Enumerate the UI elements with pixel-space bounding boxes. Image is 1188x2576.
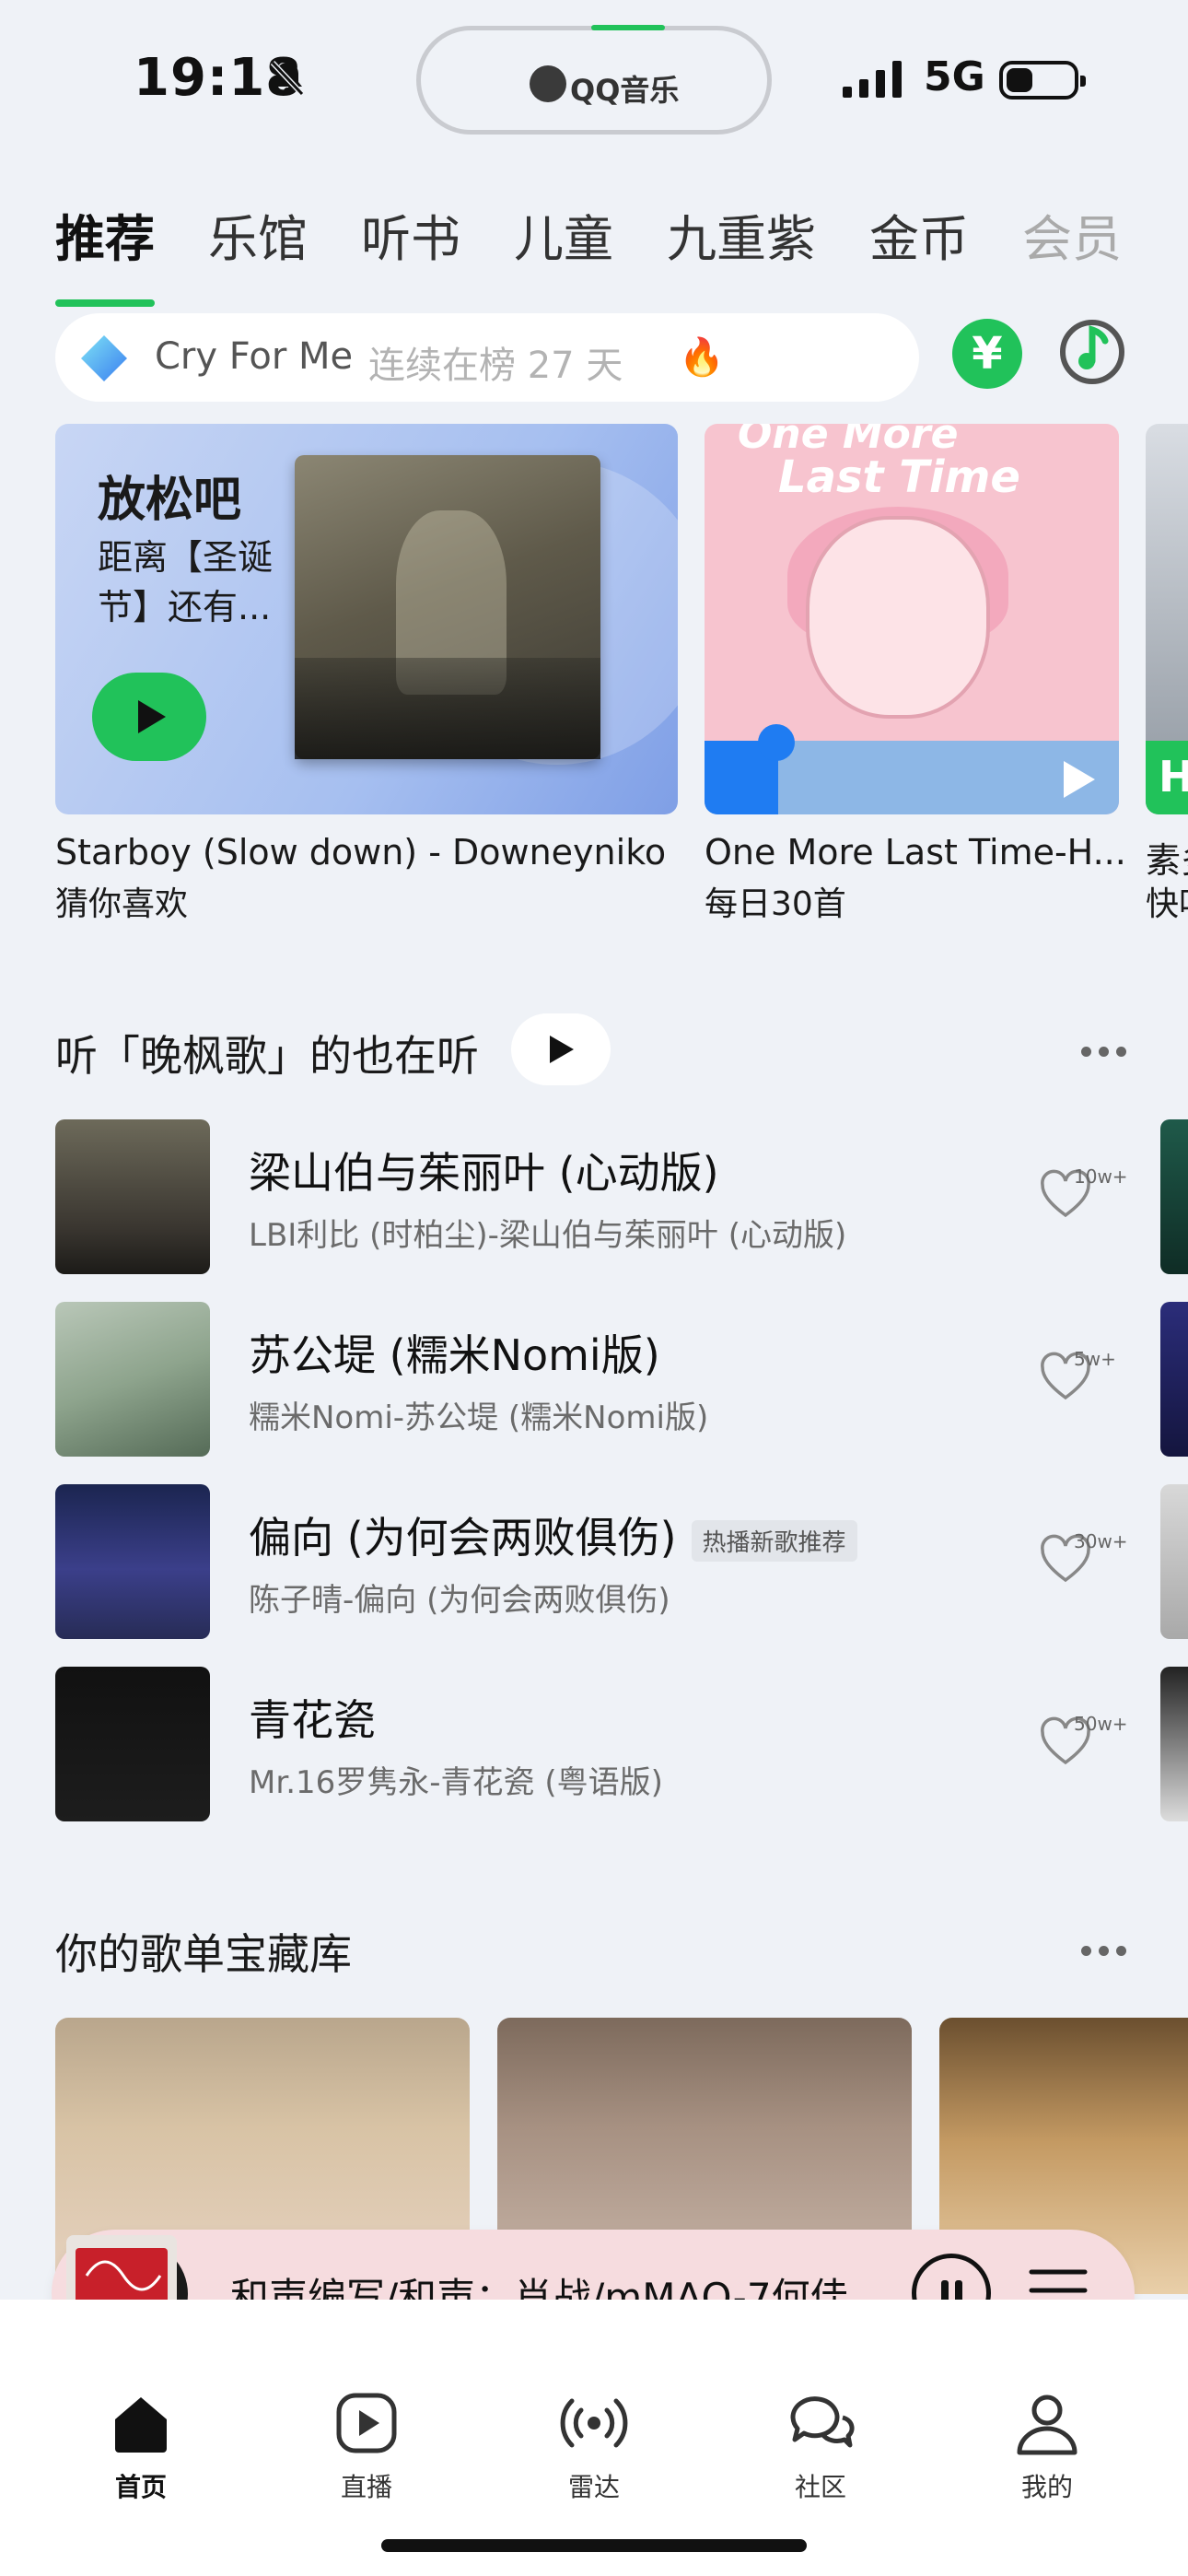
banner-play-icon[interactable] <box>1064 761 1095 798</box>
song-cover <box>55 1667 210 1821</box>
banner-dot <box>758 724 795 761</box>
island-brand: QQ音乐 <box>570 73 680 108</box>
song-title: 偏向 (为何会两败俱伤) 热播新歌推荐 <box>249 1505 857 1565</box>
song-row[interactable]: 梁山伯与茱丽叶 (心动版) LBI利比 (时柏尘)-梁山伯与茱丽叶 (心动版) … <box>55 1119 1133 1274</box>
song-row[interactable]: 青花瓷 Mr.16罗隽永-青花瓷 (粤语版) 50w+ <box>55 1667 1133 1821</box>
banner-play-button[interactable] <box>92 673 206 761</box>
song-cover <box>55 1302 210 1457</box>
tab-coins[interactable]: 金币 <box>869 198 969 281</box>
banner-subcaption-3: 快听 <box>1146 885 1188 923</box>
next-column-cover[interactable] <box>1160 1484 1188 1639</box>
song-artist: Mr.16罗隽永-青花瓷 (粤语版) <box>249 1764 663 1801</box>
like-count: 50w+ <box>1074 1713 1128 1735</box>
dynamic-island[interactable]: QQ音乐 <box>416 25 772 135</box>
song-cover <box>55 1484 210 1639</box>
banner-subcaption-1: 猜你喜欢 <box>55 885 189 923</box>
search-chart-hint: 连续在榜 27 天 <box>368 345 623 387</box>
banner-third[interactable]: H <box>1146 424 1188 814</box>
search-bar[interactable]: Cry For Me 连续在榜 27 天 🔥 <box>55 313 919 402</box>
more-icon[interactable] <box>1081 1942 1136 1956</box>
tab-vip[interactable]: 会员 <box>1022 198 1122 281</box>
nav-radar-label: 雷达 <box>567 2472 620 2502</box>
art-text-line2: Last Time <box>778 451 1020 503</box>
song-artist: 陈子晴-偏向 (为何会两败俱伤) <box>249 1582 670 1619</box>
home-icon <box>115 2397 167 2453</box>
next-column-cover[interactable] <box>1160 1667 1188 1821</box>
like-count: 30w+ <box>1074 1530 1128 1552</box>
island-progress-bar <box>591 25 665 30</box>
tab-music-hall[interactable]: 乐馆 <box>208 198 308 281</box>
like-count: 10w+ <box>1074 1165 1128 1188</box>
search-logo-icon <box>81 335 127 381</box>
network-type: 5G <box>924 53 985 100</box>
banner-subcaption-2: 每日30首 <box>705 885 846 923</box>
next-column-cover[interactable] <box>1160 1119 1188 1274</box>
music-recognition-icon[interactable] <box>1055 313 1129 387</box>
hot-new-song-tag: 热播新歌推荐 <box>691 1520 857 1562</box>
tab-recommend[interactable]: 推荐 <box>55 198 155 307</box>
section-play-all-button[interactable] <box>511 1013 611 1085</box>
nav-community[interactable]: 社区 <box>751 2388 890 2504</box>
art-girl <box>806 516 990 719</box>
nav-mine-label: 我的 <box>1020 2472 1073 2502</box>
song-row[interactable]: 苏公堤 (糯米Nomi版) 糯米Nomi-苏公堤 (糯米Nomi版) 5w+ <box>55 1302 1133 1457</box>
banner-daily30[interactable]: One More Last Time <box>705 424 1119 814</box>
flame-icon: 🔥 <box>679 336 725 379</box>
nav-live-label: 直播 <box>340 2472 392 2502</box>
nav-radar[interactable]: 雷达 <box>525 2388 663 2504</box>
nav-mine[interactable]: 我的 <box>978 2388 1116 2504</box>
song-row[interactable]: 偏向 (为何会两败俱伤) 热播新歌推荐 陈子晴-偏向 (为何会两败俱伤) 30w+ <box>55 1484 1133 1639</box>
song-title: 梁山伯与茱丽叶 (心动版) <box>249 1148 719 1198</box>
album-art <box>295 455 600 759</box>
more-icon[interactable] <box>1081 1043 1136 1057</box>
banner-caption-1[interactable]: Starboy (Slow down) - Downeyniko <box>55 832 666 872</box>
nav-community-label: 社区 <box>794 2472 846 2502</box>
section-title-also-listening: 听「晚枫歌」的也在听 <box>55 1031 479 1081</box>
song-artist: 糯米Nomi-苏公堤 (糯米Nomi版) <box>249 1399 709 1436</box>
banner-subtitle: 距离【圣诞节】还有... <box>98 537 274 627</box>
like-count: 5w+ <box>1074 1348 1116 1370</box>
banner-title: 放松吧 <box>98 473 242 528</box>
qq-music-logo-icon <box>530 65 566 102</box>
coin-button[interactable]: ¥ <box>952 319 1022 389</box>
song-artist: LBI利比 (时柏尘)-梁山伯与茱丽叶 (心动版) <box>249 1217 847 1254</box>
nav-live[interactable]: 直播 <box>297 2388 436 2504</box>
banner-third-badge: H <box>1146 741 1188 814</box>
radar-icon <box>560 2398 628 2448</box>
battery-icon <box>999 61 1086 100</box>
tab-jiuchongzi[interactable]: 九重紫 <box>667 198 816 281</box>
section-title-playlist-treasure: 你的歌单宝藏库 <box>55 1929 352 1979</box>
next-column-cover[interactable] <box>1160 1302 1188 1457</box>
tab-audiobooks[interactable]: 听书 <box>361 198 460 281</box>
bottom-nav: 首页 直播 雷达 社区 我的 <box>0 2300 1188 2576</box>
tab-kids[interactable]: 儿童 <box>514 198 613 281</box>
home-indicator[interactable] <box>381 2539 807 2552</box>
cellular-signal-icon <box>843 61 902 98</box>
live-play-icon <box>336 2393 397 2453</box>
status-bar: 19:18 QQ音乐 5G <box>0 0 1188 157</box>
banner-caption-3[interactable]: 素多 <box>1146 832 1188 883</box>
nav-home-label: 首页 <box>114 2472 167 2502</box>
song-title: 苏公堤 (糯米Nomi版) <box>249 1330 660 1380</box>
song-cover <box>55 1119 210 1274</box>
banner-caption-2[interactable]: One More Last Time-H... <box>705 832 1126 872</box>
top-tabs: 推荐 乐馆 听书 儿童 九重紫 金币 会员 <box>55 198 1122 307</box>
nav-home[interactable]: 首页 <box>72 2388 210 2504</box>
user-icon <box>1017 2395 1077 2455</box>
chat-bubbles-icon <box>790 2396 855 2448</box>
song-title: 青花瓷 <box>249 1695 376 1745</box>
banner-relax[interactable]: 放松吧 距离【圣诞节】还有... <box>55 424 678 814</box>
bell-muted-icon <box>270 60 305 97</box>
